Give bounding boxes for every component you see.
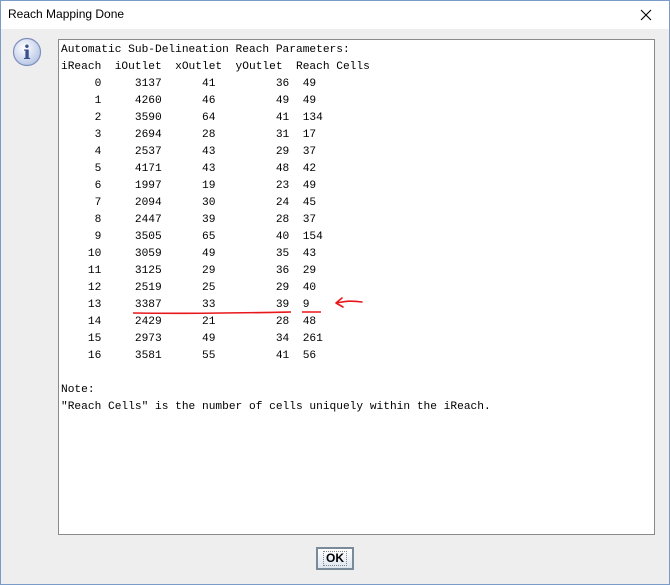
report-column-headers: iReach iOutlet xOutlet yOutlet Reach Cel…: [61, 61, 370, 73]
report-row: 11 3125 29 36 29: [61, 265, 317, 277]
report-row: 0 3137 41 36 49: [61, 78, 317, 90]
report-text: Automatic Sub-Delineation Reach Paramete…: [59, 40, 654, 416]
close-button[interactable]: [623, 1, 669, 29]
info-icon-letter: i: [23, 42, 30, 64]
report-row: 10 3059 49 35 43: [61, 248, 317, 260]
report-row: 5 4171 43 48 42: [61, 163, 317, 175]
dialog-body: i Automatic Sub-Delineation Reach Parame…: [1, 29, 669, 584]
info-icon: i: [12, 37, 42, 67]
report-row: 13 3387 33 39 9: [61, 299, 310, 311]
report-row: 4 2537 43 29 37: [61, 146, 317, 158]
report-row: 16 3581 55 41 56: [61, 350, 317, 362]
report-row: 12 2519 25 29 40: [61, 282, 317, 294]
report-heading: Automatic Sub-Delineation Reach Paramete…: [61, 44, 350, 56]
report-row: 2 3590 64 41 134: [61, 112, 323, 124]
dialog-window: Reach Mapping Done i Automatic Sub-Delin…: [0, 0, 670, 585]
report-row: 9 3505 65 40 154: [61, 231, 323, 243]
report-row: 6 1997 19 23 49: [61, 180, 317, 192]
window-title: Reach Mapping Done: [8, 7, 125, 21]
report-row: 14 2429 21 28 48: [61, 316, 317, 328]
report-text-area[interactable]: Automatic Sub-Delineation Reach Paramete…: [58, 39, 655, 535]
report-row: 3 2694 28 31 17: [61, 129, 317, 141]
report-row: 1 4260 46 49 49: [61, 95, 317, 107]
report-row: 8 2447 39 28 37: [61, 214, 317, 226]
title-bar[interactable]: Reach Mapping Done: [1, 1, 669, 29]
note-label: Note:: [61, 384, 95, 396]
report-row: 15 2973 49 34 261: [61, 333, 323, 345]
close-icon: [640, 9, 652, 21]
ok-button[interactable]: OK: [316, 547, 354, 570]
note-text: "Reach Cells" is the number of cells uni…: [61, 401, 491, 413]
report-row: 7 2094 30 24 45: [61, 197, 317, 209]
ok-button-label: OK: [323, 551, 347, 566]
